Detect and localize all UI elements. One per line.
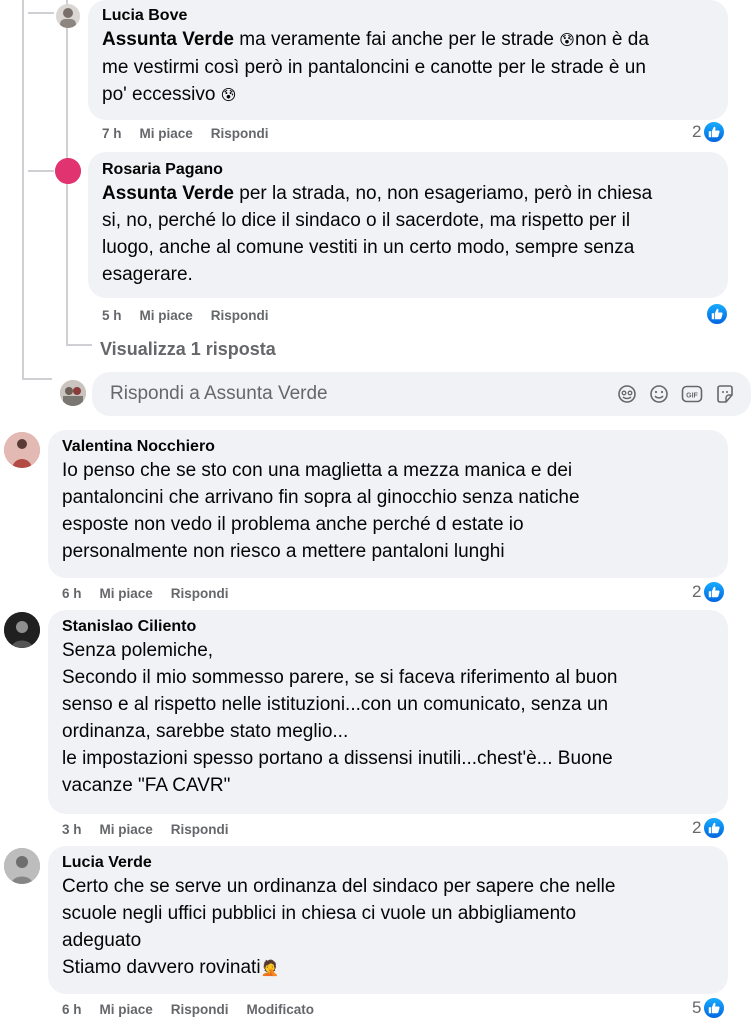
- comment-actions: 7 h Mi piace Rispondi: [102, 126, 269, 141]
- reply-input[interactable]: [108, 382, 617, 406]
- view-replies-link[interactable]: Visualizza 1 risposta: [100, 339, 276, 360]
- comment-time[interactable]: 3 h: [62, 822, 82, 837]
- reply-button[interactable]: Rispondi: [171, 1002, 229, 1017]
- avatar[interactable]: [4, 848, 40, 884]
- reaction-count[interactable]: 2: [692, 121, 726, 143]
- edited-label: Modificato: [246, 1002, 315, 1017]
- comment-time[interactable]: 6 h: [62, 1002, 82, 1017]
- reply-button[interactable]: Rispondi: [171, 822, 229, 837]
- avatar-photo-icon: [60, 380, 86, 406]
- comment-author[interactable]: Stanislao Ciliento: [62, 617, 714, 637]
- avatar-photo-icon: [4, 432, 40, 468]
- comment-time[interactable]: 6 h: [62, 586, 82, 601]
- reaction-count[interactable]: [706, 303, 728, 325]
- like-button[interactable]: Mi piace: [140, 308, 193, 323]
- reaction-count[interactable]: 5: [692, 997, 726, 1019]
- mention-tag[interactable]: Assunta Verde: [102, 183, 234, 204]
- composer-tools: GIF: [617, 384, 735, 404]
- reply-button[interactable]: Rispondi: [211, 308, 269, 323]
- comment-bubble: Lucia Verde Certo che se serve un ordina…: [48, 846, 728, 994]
- comment-time[interactable]: 7 h: [102, 126, 122, 141]
- avatar[interactable]: [4, 612, 40, 648]
- mention-tag[interactable]: Assunta Verde: [102, 29, 234, 50]
- avatar[interactable]: [55, 158, 81, 184]
- comment-text: Io penso che se sto con una maglietta a …: [62, 460, 580, 562]
- thread-line-sub-elbow: [66, 344, 92, 346]
- thread-line-reply2-elbow: [28, 170, 54, 172]
- like-icon: [703, 997, 726, 1019]
- thread-line-reply1-elbow: [28, 12, 54, 14]
- svg-text:GIF: GIF: [686, 393, 698, 400]
- reply-button[interactable]: Rispondi: [211, 126, 269, 141]
- like-icon: [706, 303, 728, 325]
- gif-icon[interactable]: GIF: [681, 384, 703, 404]
- like-icon: [703, 581, 726, 603]
- like-button[interactable]: Mi piace: [140, 126, 193, 141]
- thread-line-main-elbow: [22, 378, 52, 380]
- comment-actions: 5 h Mi piace Rispondi: [102, 308, 269, 323]
- like-button[interactable]: Mi piace: [100, 586, 153, 601]
- reply-button[interactable]: Rispondi: [171, 586, 229, 601]
- like-icon: [703, 121, 726, 143]
- thread-line-main: [22, 0, 24, 378]
- comment-actions: 6 h Mi piace Rispondi: [62, 586, 229, 601]
- smiley-icon[interactable]: [649, 384, 669, 404]
- avatar-photo-icon: [4, 612, 40, 648]
- avatar[interactable]: [60, 380, 86, 406]
- like-button[interactable]: Mi piace: [100, 1002, 153, 1017]
- like-icon: [703, 817, 726, 839]
- comment-text: Assunta Verde per la strada, no, non esa…: [102, 183, 653, 285]
- face-sweat-icon: 😰: [220, 87, 237, 104]
- reaction-count[interactable]: 2: [692, 581, 726, 603]
- person-gesture-icon: 🤦: [260, 960, 280, 977]
- comment-text: Assunta Verde ma veramente fai anche per…: [102, 29, 649, 105]
- avatar-photo-icon: [60, 8, 76, 28]
- comment-actions: 3 h Mi piace Rispondi: [62, 822, 229, 837]
- comment-time[interactable]: 5 h: [102, 308, 122, 323]
- comment-author[interactable]: Lucia Verde: [62, 853, 714, 873]
- comment-bubble: Rosaria Pagano Assunta Verde per la stra…: [88, 152, 728, 298]
- comment-bubble: Valentina Nocchiero Io penso che se sto …: [48, 430, 728, 578]
- like-button[interactable]: Mi piace: [100, 822, 153, 837]
- avatar-sticker-icon[interactable]: [617, 384, 637, 404]
- comment-text: Senza polemiche, Secondo il mio sommesso…: [62, 640, 618, 796]
- avatar-photo-icon: [55, 158, 81, 184]
- comment-text: Certo che se serve un ordinanza del sind…: [62, 876, 616, 978]
- comment-actions: 6 h Mi piace Rispondi Modificato: [62, 1002, 314, 1017]
- face-sweat-icon: 😰: [559, 32, 575, 49]
- sticker-icon[interactable]: [715, 384, 735, 404]
- avatar[interactable]: [56, 4, 80, 28]
- avatar[interactable]: [4, 432, 40, 468]
- comment-bubble: Lucia Bove Assunta Verde ma veramente fa…: [88, 0, 728, 120]
- avatar-photo-icon: [4, 848, 40, 884]
- comment-author[interactable]: Lucia Bove: [102, 6, 714, 26]
- reply-composer: GIF: [92, 372, 751, 416]
- reaction-count[interactable]: 2: [692, 817, 726, 839]
- comment-author[interactable]: Valentina Nocchiero: [62, 437, 714, 457]
- comment-bubble: Stanislao Ciliento Senza polemiche, Seco…: [48, 610, 728, 814]
- comment-author[interactable]: Rosaria Pagano: [102, 160, 714, 180]
